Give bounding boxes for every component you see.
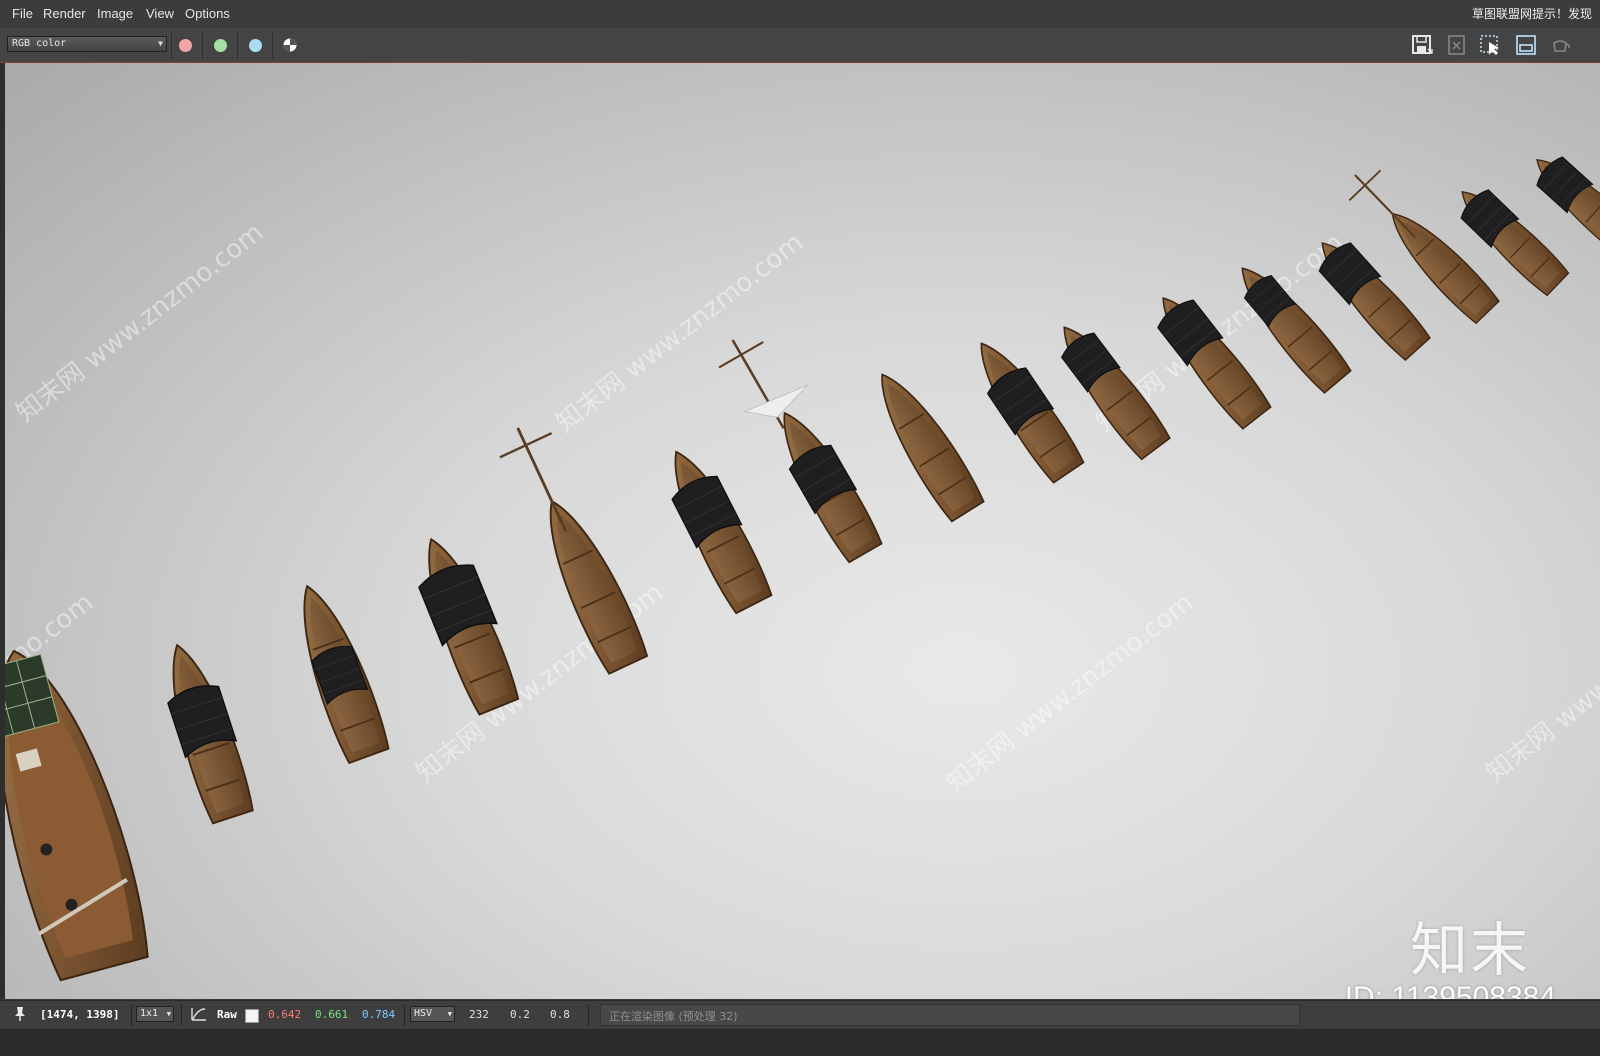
- divider: [202, 31, 203, 59]
- hue-value: 232: [469, 1008, 489, 1021]
- red-channel-button[interactable]: [175, 35, 195, 55]
- zoom-dropdown[interactable]: 1x1 ▼: [136, 1006, 174, 1022]
- watermark-text: 知末网 www.znzmo.com: [1481, 578, 1600, 789]
- raw-mode-label: Raw: [217, 1008, 237, 1021]
- divider: [181, 1004, 182, 1026]
- menu-view[interactable]: View: [146, 6, 174, 21]
- render-progress: 正在渲染图像 (预处理 32): [600, 1004, 1300, 1026]
- menu-image[interactable]: Image: [97, 6, 133, 21]
- boat-junk: [5, 649, 149, 982]
- value-value: 0.8: [550, 1008, 570, 1021]
- chevron-down-icon: ▼: [447, 1010, 452, 1018]
- clear-image-icon[interactable]: [1445, 33, 1469, 57]
- menu-render[interactable]: Render: [43, 6, 86, 21]
- blue-value: 0.784: [362, 1008, 396, 1021]
- channel-dropdown[interactable]: RGB color ▼: [7, 36, 167, 52]
- boat: [407, 529, 523, 717]
- watermark-text: 知末网 www.znzmo.com: [11, 218, 269, 429]
- menu-bar: File Render Image View Options 草图联盟网提示！发…: [0, 0, 1600, 29]
- curve-icon[interactable]: [190, 1006, 208, 1022]
- pin-icon[interactable]: [12, 1006, 28, 1022]
- blue-channel-button[interactable]: [245, 35, 265, 55]
- track-mouse-icon[interactable]: [1514, 33, 1538, 57]
- render-viewport[interactable]: 知末网 www.znzmo.com 知末网 www.znzmo.com 知末网 …: [5, 63, 1600, 999]
- save-image-icon[interactable]: [1410, 33, 1434, 57]
- teapot-icon[interactable]: [1548, 33, 1572, 57]
- divider: [588, 1004, 589, 1026]
- region-render-icon[interactable]: [1478, 33, 1502, 57]
- divider: [272, 31, 273, 59]
- channel-dropdown-value: RGB color: [12, 38, 67, 49]
- rendered-scene: 知末网 www.znzmo.com 知末网 www.znzmo.com 知末网 …: [5, 146, 1600, 982]
- boat: [654, 440, 776, 616]
- boat: [152, 636, 258, 826]
- toolbar: RGB color ▼: [0, 28, 1600, 63]
- green-value: 0.661: [315, 1008, 349, 1021]
- green-channel-button[interactable]: [210, 35, 230, 55]
- alpha-dot-icon: [283, 38, 297, 52]
- divider: [237, 31, 238, 59]
- image-id-label: ID: 1139508384: [1344, 981, 1556, 999]
- status-bar: [1474, 1398] 1x1 ▼ Raw 0.642 0.661 0.784…: [0, 1000, 1600, 1029]
- chevron-down-icon: ▼: [158, 39, 163, 48]
- divider: [131, 1004, 132, 1026]
- saturation-value: 0.2: [510, 1008, 530, 1021]
- red-dot-icon: [178, 38, 192, 52]
- green-dot-icon: [213, 38, 227, 52]
- color-space-dropdown[interactable]: HSV ▼: [410, 1006, 455, 1022]
- blue-dot-icon: [248, 38, 262, 52]
- brand-logo: 知末: [1409, 916, 1530, 984]
- zoom-value: 1x1: [140, 1008, 159, 1019]
- color-swatch: [245, 1009, 259, 1023]
- color-space-value: HSV: [414, 1008, 433, 1019]
- watermark-text: 知末网 www.znzmo.com: [941, 588, 1199, 799]
- divider: [171, 31, 172, 59]
- pixel-coordinates: [1474, 1398]: [40, 1008, 120, 1021]
- chevron-down-icon: ▼: [166, 1010, 171, 1018]
- progress-text: 正在渲染图像 (预处理 32): [609, 1010, 738, 1023]
- boat: [862, 362, 988, 524]
- red-value: 0.642: [268, 1008, 302, 1021]
- taskbar-strip: [0, 1029, 1600, 1056]
- divider: [404, 1004, 405, 1026]
- boat: [283, 576, 393, 766]
- menu-options[interactable]: Options: [185, 6, 230, 21]
- alpha-channel-button[interactable]: [280, 35, 300, 55]
- menu-file[interactable]: File: [12, 6, 33, 21]
- notice-text: 草图联盟网提示！发现: [1471, 7, 1592, 21]
